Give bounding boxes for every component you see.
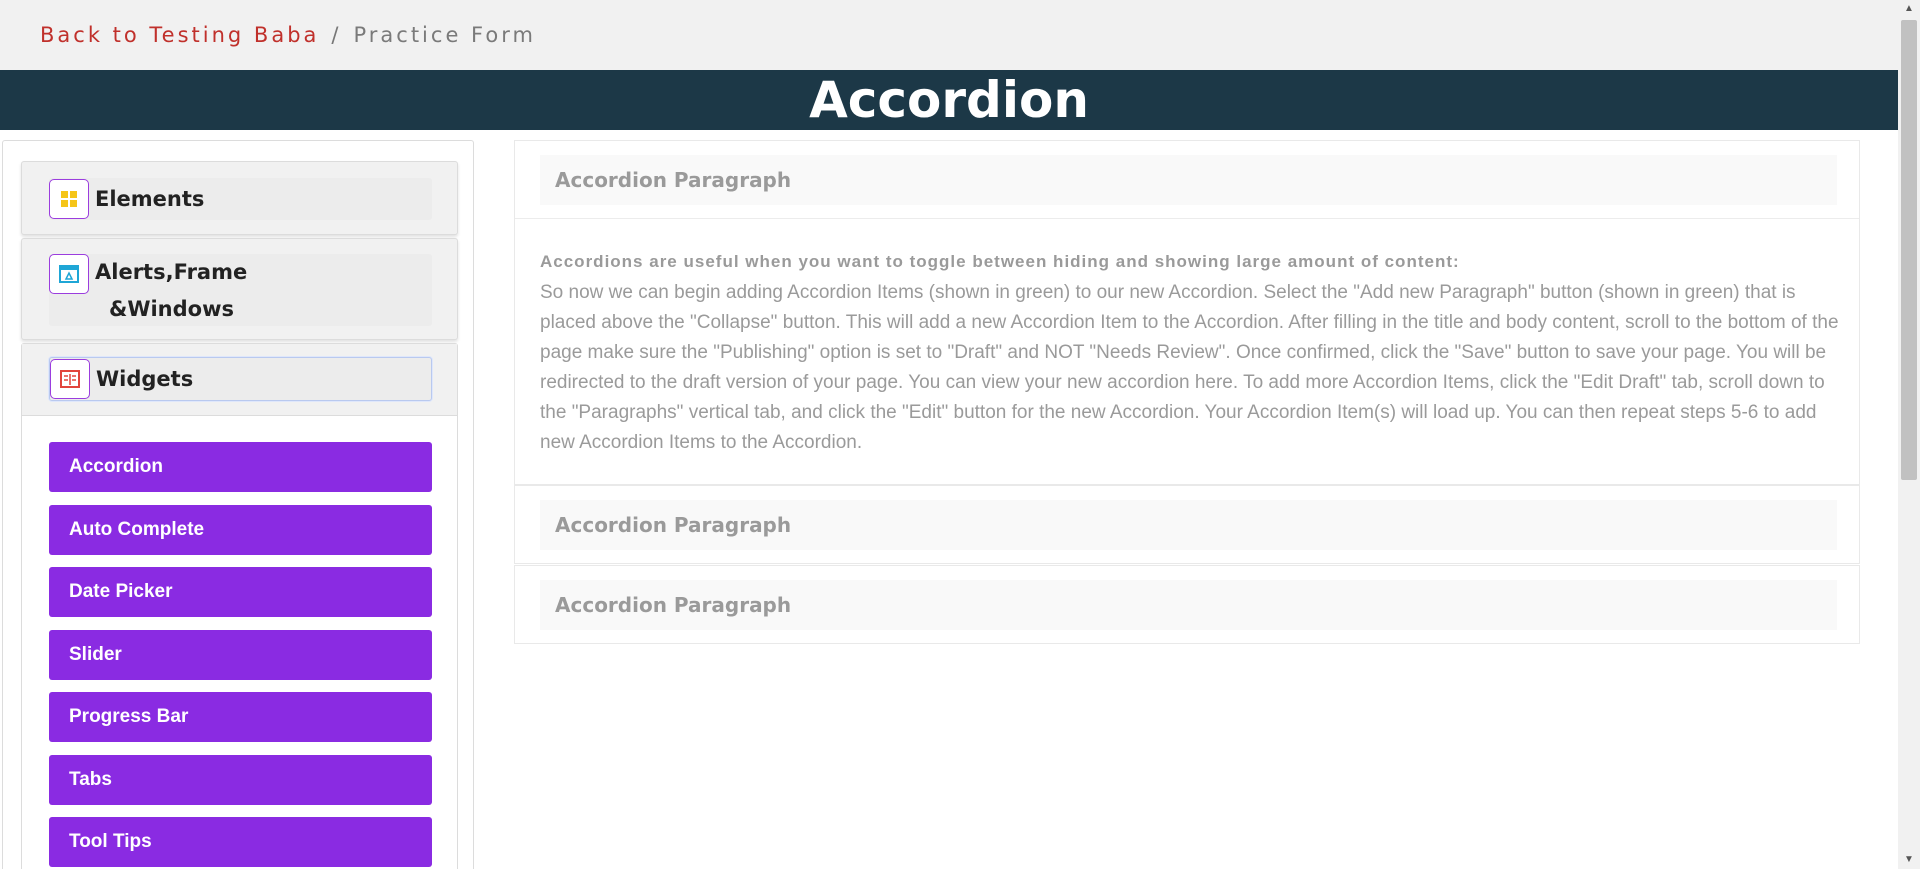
sidebar-group-alerts: Alerts,Frame &Windows: [21, 238, 458, 340]
sidebar-item-tool-tips[interactable]: Tool Tips: [49, 817, 432, 867]
widgets-icon: [50, 359, 90, 399]
back-to-testing-baba-link[interactable]: Back to Testing Baba: [40, 23, 319, 47]
accordion-header[interactable]: Accordion Paragraph: [540, 155, 1837, 205]
elements-group-button[interactable]: Elements: [49, 178, 432, 220]
sidebar-item-accordion[interactable]: Accordion: [49, 442, 432, 492]
breadcrumb: Back to Testing Baba / Practice Form: [0, 0, 1898, 70]
sidebar-group-elements: Elements: [21, 161, 458, 235]
accordion-item: Accordion Paragraph Accordions are usefu…: [514, 140, 1860, 485]
vertical-scrollbar[interactable]: ▲ ▼: [1898, 0, 1920, 869]
sidebar-item-auto-complete[interactable]: Auto Complete: [49, 505, 432, 555]
sidebar-group-widgets: Widgets Accordion Auto Complete Date Pic…: [21, 343, 458, 869]
widgets-group-button[interactable]: Widgets: [49, 357, 432, 401]
scrollbar-thumb[interactable]: [1901, 20, 1917, 480]
scroll-up-arrow-icon[interactable]: ▲: [1898, 0, 1920, 18]
accordion-header[interactable]: Accordion Paragraph: [540, 500, 1837, 550]
alerts-group-label: Alerts,Frame &Windows: [95, 254, 247, 328]
accordion-item: Accordion Paragraph: [514, 565, 1860, 644]
accordion-body: Accordions are useful when you want to t…: [540, 249, 1840, 458]
alerts-group-button[interactable]: Alerts,Frame &Windows: [49, 254, 432, 326]
page-title: Accordion: [0, 70, 1898, 130]
sidebar-item-date-picker[interactable]: Date Picker: [49, 567, 432, 617]
scroll-down-arrow-icon[interactable]: ▼: [1898, 851, 1920, 869]
accordion-body-text: So now we can begin adding Accordion Ite…: [540, 282, 1839, 453]
sidebar-item-slider[interactable]: Slider: [49, 630, 432, 680]
sidebar: Elements Alerts,Frame &Windows Widgets A…: [2, 140, 474, 869]
breadcrumb-separator: /: [331, 23, 342, 47]
alerts-group-label-line1: Alerts,Frame: [95, 260, 248, 284]
accordion-body-title: Accordions are useful when you want to t…: [540, 252, 1460, 271]
sidebar-item-progress-bar[interactable]: Progress Bar: [49, 692, 432, 742]
accordion-item: Accordion Paragraph: [514, 485, 1860, 564]
breadcrumb-current: Practice Form: [353, 23, 536, 47]
elements-group-label: Elements: [95, 186, 205, 211]
elements-grid-icon: [49, 179, 89, 219]
widgets-group-label: Widgets: [96, 366, 194, 391]
window-icon: [49, 254, 89, 294]
sidebar-item-tabs[interactable]: Tabs: [49, 755, 432, 805]
accordion-divider: [515, 218, 1859, 219]
accordion-header[interactable]: Accordion Paragraph: [540, 580, 1837, 630]
alerts-group-label-line2: &Windows: [109, 297, 234, 321]
widgets-group-header: Widgets: [22, 344, 457, 416]
